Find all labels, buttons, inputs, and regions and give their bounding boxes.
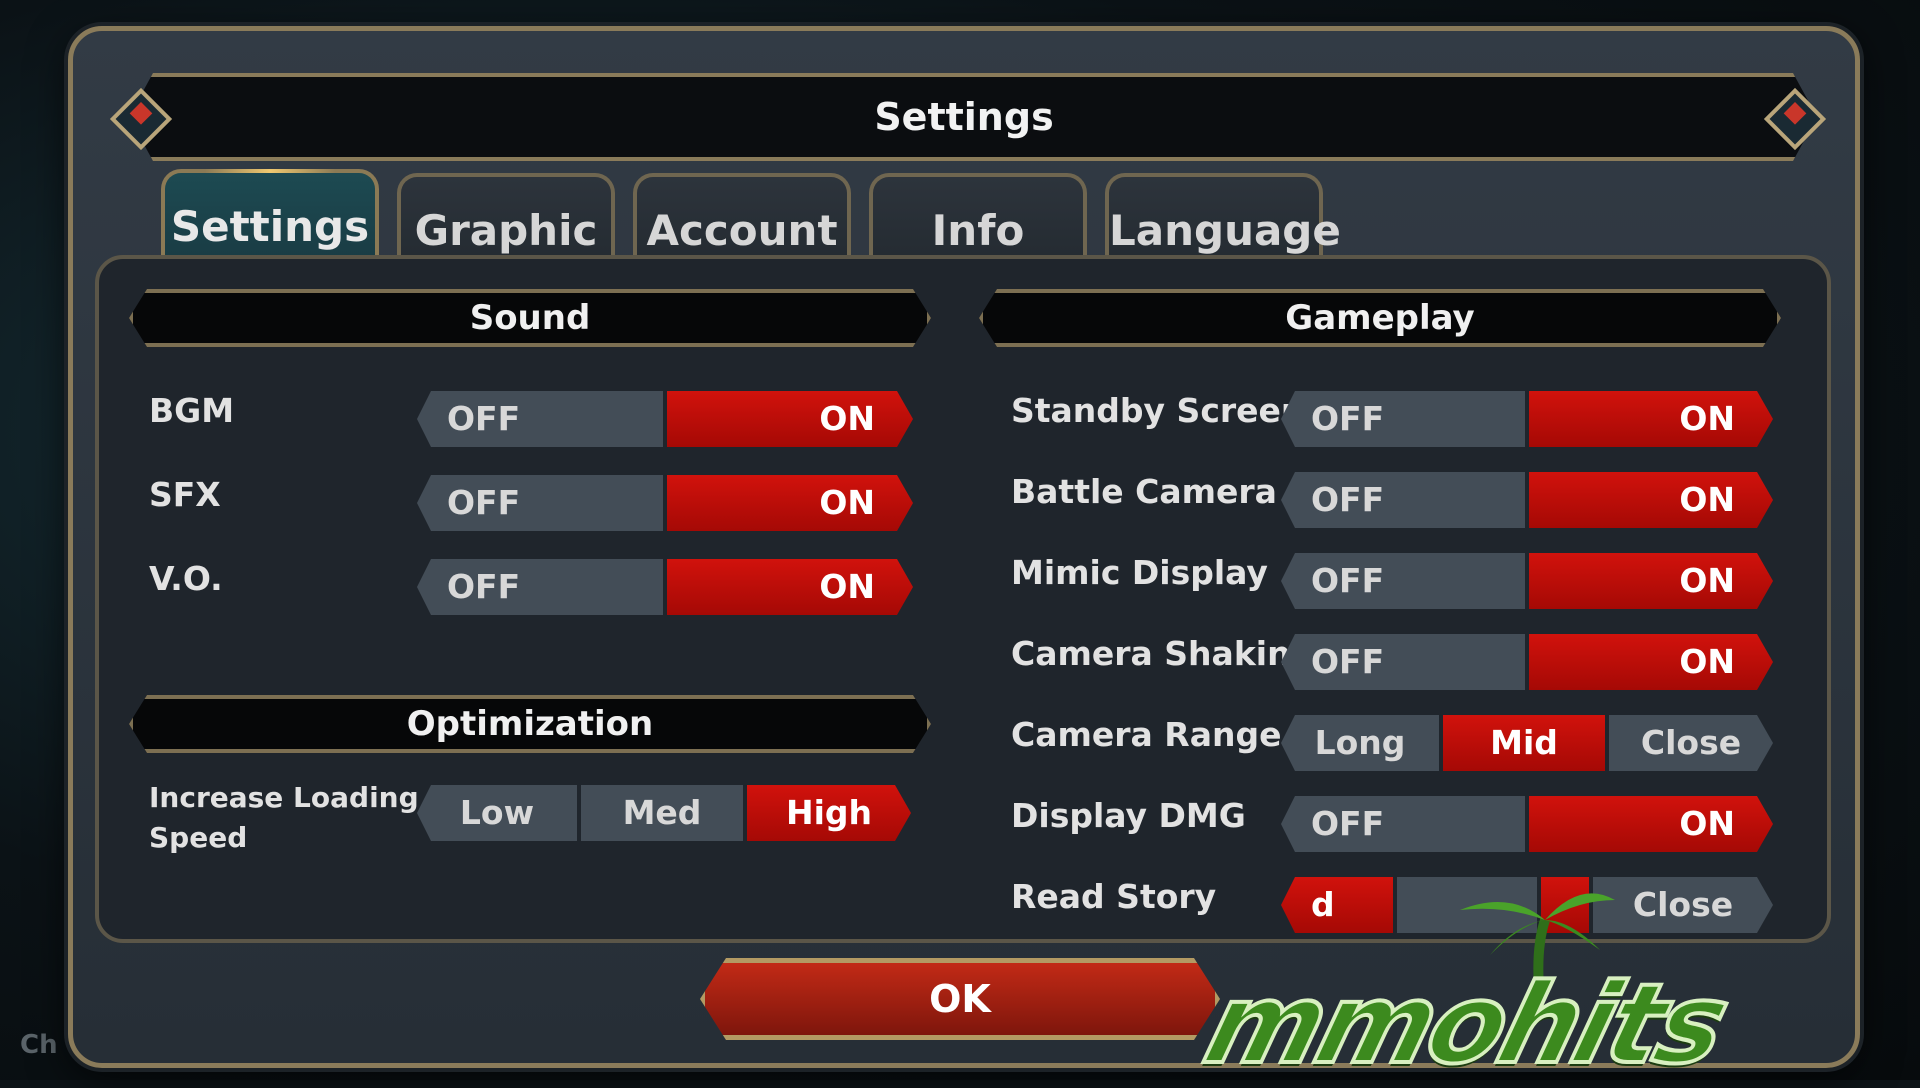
standby-screen-label: Standby Screen xyxy=(1011,391,1305,430)
mimic-display-label: Mimic Display xyxy=(1011,553,1268,592)
mimic-display-toggle[interactable]: OFF ON xyxy=(1281,553,1773,609)
camera-shaking-on-option[interactable]: ON xyxy=(1529,634,1773,690)
vo-label: V.O. xyxy=(149,559,223,598)
vo-off-option[interactable]: OFF xyxy=(417,559,663,615)
read-story-label: Read Story xyxy=(1011,877,1217,916)
bgm-off-option[interactable]: OFF xyxy=(417,391,663,447)
loading-speed-label-line2: Speed xyxy=(149,821,248,854)
camera-range-long[interactable]: Long xyxy=(1281,715,1439,771)
standby-screen-toggle[interactable]: OFF ON xyxy=(1281,391,1773,447)
camera-shaking-off-option[interactable]: OFF xyxy=(1281,634,1525,690)
read-story-left-option[interactable]: d xyxy=(1281,877,1393,933)
optimization-header: Optimization xyxy=(129,695,931,753)
camera-shaking-label: Camera Shaking xyxy=(1011,634,1315,673)
dialog-title: Settings xyxy=(874,95,1054,139)
camera-shaking-toggle[interactable]: OFF ON xyxy=(1281,634,1773,690)
camera-range-close[interactable]: Close xyxy=(1609,715,1773,771)
sfx-toggle[interactable]: OFF ON xyxy=(417,475,913,531)
sfx-off-option[interactable]: OFF xyxy=(417,475,663,531)
bgm-on-option[interactable]: ON xyxy=(667,391,913,447)
standby-screen-off-option[interactable]: OFF xyxy=(1281,391,1525,447)
battle-camera-off-option[interactable]: OFF xyxy=(1281,472,1525,528)
display-dmg-toggle[interactable]: OFF ON xyxy=(1281,796,1773,852)
bgm-toggle[interactable]: OFF ON xyxy=(417,391,913,447)
vo-on-option[interactable]: ON xyxy=(667,559,913,615)
loading-speed-selector[interactable]: Low Med High xyxy=(417,785,911,841)
camera-range-mid[interactable]: Mid xyxy=(1443,715,1605,771)
background-text: Ch xyxy=(20,1030,58,1060)
sound-header: Sound xyxy=(129,289,931,347)
battle-camera-toggle[interactable]: OFF ON xyxy=(1281,472,1773,528)
read-story-close-option[interactable]: Close xyxy=(1593,877,1773,933)
sfx-label: SFX xyxy=(149,475,221,514)
settings-panel: Sound BGM OFF ON SFX OFF ON V.O. OFF ON … xyxy=(95,255,1831,943)
gameplay-header: Gameplay xyxy=(979,289,1781,347)
mimic-display-on-option[interactable]: ON xyxy=(1529,553,1773,609)
loading-speed-med[interactable]: Med xyxy=(581,785,743,841)
battle-camera-label: Battle Camera xyxy=(1011,472,1277,511)
camera-range-label: Camera Range xyxy=(1011,715,1282,754)
display-dmg-label: Display DMG xyxy=(1011,796,1246,835)
bgm-label: BGM xyxy=(149,391,235,430)
loading-speed-label-line1: Increase Loading xyxy=(149,781,419,814)
vo-toggle[interactable]: OFF ON xyxy=(417,559,913,615)
watermark-logo: mmohits xyxy=(1191,958,1740,1088)
loading-speed-high[interactable]: High xyxy=(747,785,911,841)
battle-camera-on-option[interactable]: ON xyxy=(1529,472,1773,528)
loading-speed-low[interactable]: Low xyxy=(417,785,577,841)
camera-range-selector[interactable]: Long Mid Close xyxy=(1281,715,1773,771)
ok-button[interactable]: OK xyxy=(700,958,1220,1040)
sfx-on-option[interactable]: ON xyxy=(667,475,913,531)
mimic-display-off-option[interactable]: OFF xyxy=(1281,553,1525,609)
display-dmg-on-option[interactable]: ON xyxy=(1529,796,1773,852)
display-dmg-off-option[interactable]: OFF xyxy=(1281,796,1525,852)
standby-screen-on-option[interactable]: ON xyxy=(1529,391,1773,447)
